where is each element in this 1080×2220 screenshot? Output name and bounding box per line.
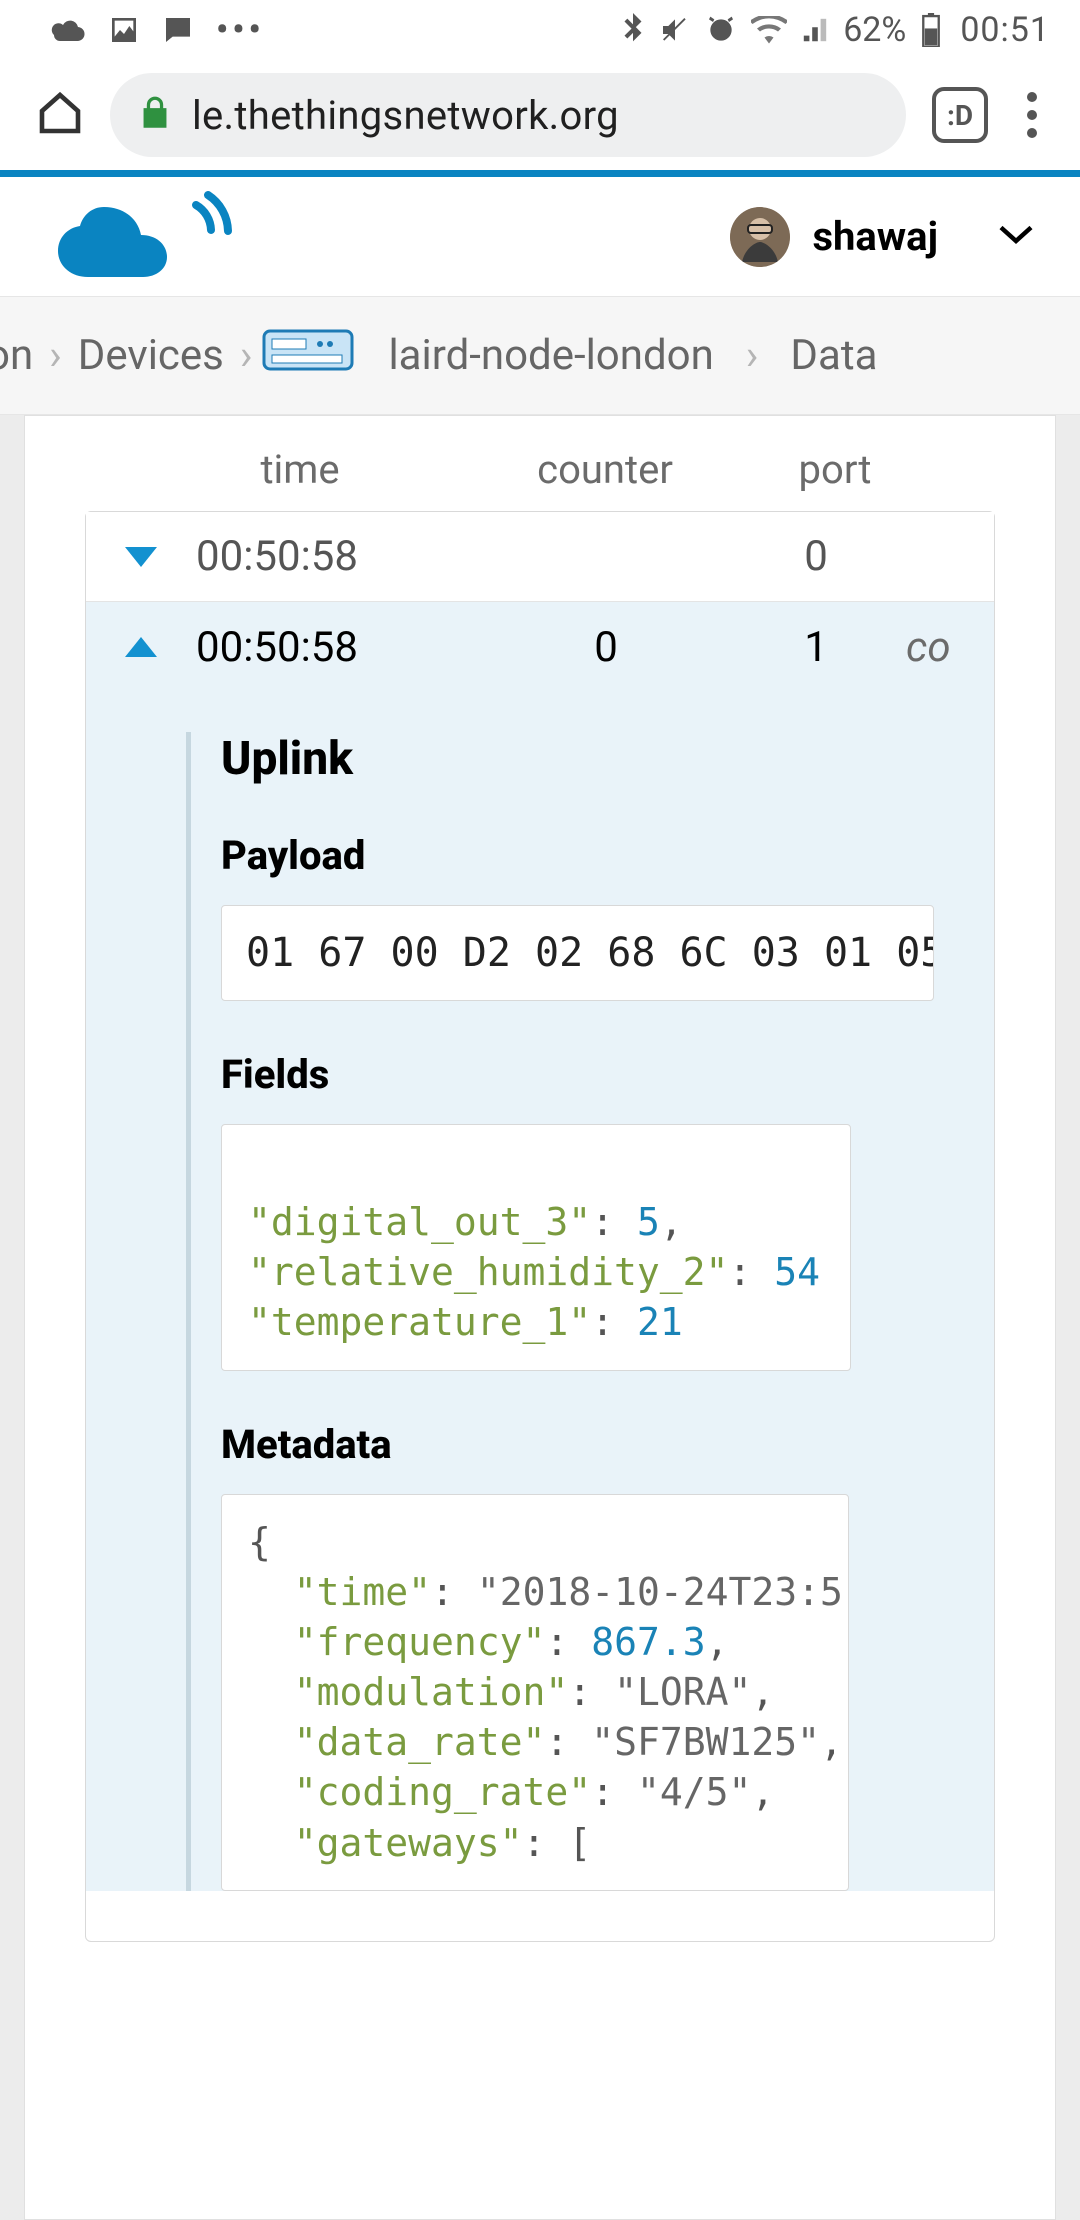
browser-toolbar: le.thethingsnetwork.org :D [0, 60, 1080, 170]
mute-icon [659, 14, 691, 46]
cell-counter: 0 [466, 623, 746, 672]
status-clock: 00:51 [960, 10, 1050, 50]
avatar[interactable] [730, 207, 790, 267]
chevron-right-icon: › [730, 331, 775, 380]
caret-up-icon [125, 637, 157, 657]
cell-time: 00:50:58 [196, 623, 466, 672]
breadcrumb-item[interactable]: laird-node-london [372, 331, 729, 380]
row-detail: Uplink Payload 01 67 00 D2 02 68 6C 03 0… [86, 692, 994, 1891]
detail-title: Uplink [221, 732, 934, 786]
breadcrumb-item[interactable]: Devices [62, 331, 240, 380]
page-body: time counter port 00:50:58 0 00:50:58 0 … [0, 415, 1080, 2220]
loading-bar [0, 170, 1080, 177]
table-row[interactable]: 00:50:58 0 1 co [86, 602, 994, 692]
cell-time: 00:50:58 [196, 532, 466, 581]
caret-down-icon [125, 547, 157, 567]
table-header: time counter port [25, 446, 1055, 511]
signal-icon [801, 16, 829, 44]
col-port: port [745, 446, 925, 493]
cell-port: 1 [746, 623, 886, 672]
table-rows: 00:50:58 0 00:50:58 0 1 co Uplink Payloa… [85, 511, 995, 1942]
fields-label: Fields [221, 1051, 934, 1098]
url-text: le.thethingsnetwork.org [192, 92, 619, 139]
chat-icon [162, 14, 194, 46]
lock-icon [140, 95, 170, 135]
android-status-bar: ••• 62% 00:51 [0, 0, 1080, 60]
breadcrumb-item[interactable]: Data [774, 331, 893, 380]
cloud-icon [50, 17, 86, 43]
payload-label: Payload [221, 832, 934, 879]
browser-menu-icon[interactable] [1014, 92, 1050, 138]
cell-extra: co [886, 623, 951, 672]
wifi-icon [751, 16, 787, 44]
app-header: shawaj [0, 177, 1080, 297]
tabs-button[interactable]: :D [932, 87, 988, 143]
more-icon: ••• [216, 10, 265, 50]
image-icon [108, 14, 140, 46]
battery-percent: 62% [843, 10, 906, 50]
battery-icon [920, 13, 942, 47]
table-row[interactable]: 00:50:58 0 [86, 512, 994, 602]
chevron-right-icon: › [240, 331, 253, 380]
alarm-icon [705, 14, 737, 46]
breadcrumb-item[interactable]: on [0, 331, 49, 380]
bluetooth-icon [621, 13, 645, 47]
device-icon [262, 325, 354, 386]
chevron-right-icon: › [49, 331, 62, 380]
breadcrumb: on › Devices › laird-node-london › Data [0, 297, 1080, 415]
status-left-icons: ••• [50, 10, 265, 50]
home-icon[interactable] [36, 89, 84, 141]
payload-hex[interactable]: 01 67 00 D2 02 68 6C 03 01 05 [221, 905, 934, 1001]
data-panel: time counter port 00:50:58 0 00:50:58 0 … [24, 415, 1056, 2220]
fields-json[interactable]: "digital_out_3": 5, "relative_humidity_2… [221, 1124, 851, 1371]
metadata-label: Metadata [221, 1421, 934, 1468]
username[interactable]: shawaj [812, 213, 938, 260]
col-time: time [135, 446, 465, 493]
col-counter: counter [465, 446, 745, 493]
cell-port: 0 [746, 532, 886, 581]
status-right-icons: 62% 00:51 [621, 10, 1050, 50]
metadata-json[interactable]: { "time": "2018-10-24T23:5 "frequency": … [221, 1494, 849, 1891]
ttn-logo-icon[interactable] [46, 185, 236, 289]
chevron-down-icon[interactable] [998, 223, 1034, 251]
url-bar[interactable]: le.thethingsnetwork.org [110, 73, 906, 157]
